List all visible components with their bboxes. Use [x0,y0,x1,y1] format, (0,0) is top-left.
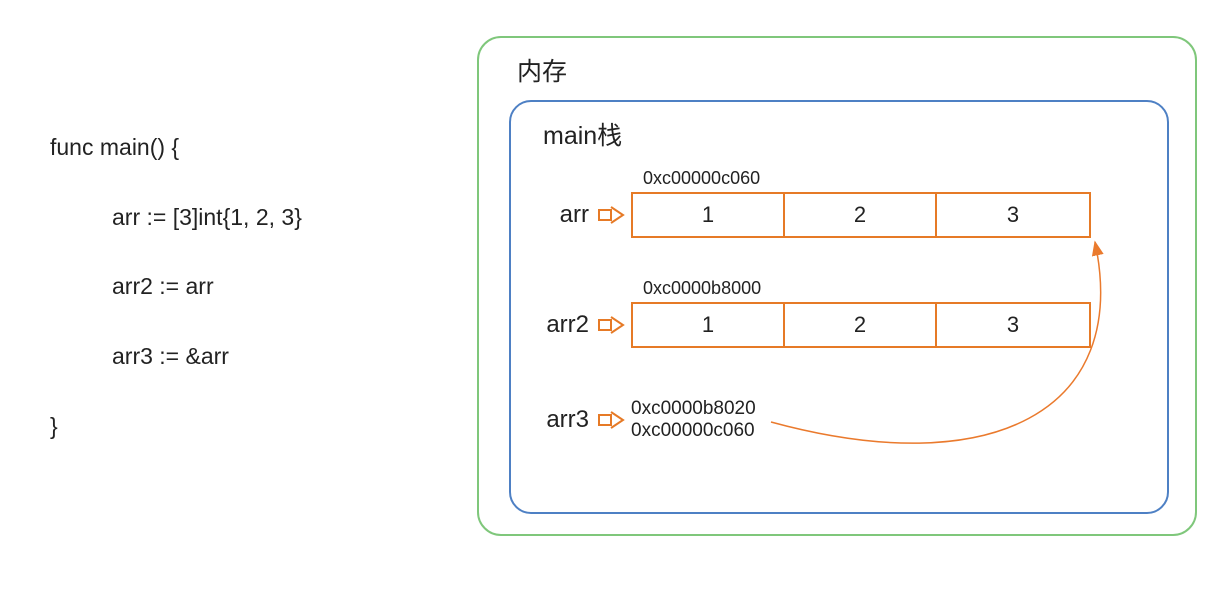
arr2-address: 0xc0000b8000 [643,278,761,299]
arr2-cells: 1 2 3 [631,302,1091,348]
memory-outer-title: 内存 [517,52,567,88]
arr3-value: 0xc00000c060 [631,420,756,442]
code-line-3: arr2 := arr [50,269,302,305]
code-line-1: func main() { [50,130,302,166]
stack-title: main栈 [543,116,622,152]
arr-cell-1: 2 [785,194,937,236]
arr2-cell-2: 3 [937,304,1089,346]
arr2-cell-0: 1 [633,304,785,346]
code-line-5: } [50,409,302,445]
arr3-label: arr3 [533,406,589,434]
arr-label: arr [533,201,589,229]
memory-outer-box: 内存 main栈 0xc00000c060 arr 1 2 3 0xc0000b… [477,36,1197,536]
arr3-row: arr3 0xc0000b8020 0xc00000c060 [533,398,756,442]
arr3-address: 0xc0000b8020 [631,398,756,420]
code-line-4: arr3 := &arr [50,339,302,375]
code-line-2: arr := [3]int{1, 2, 3} [50,200,302,236]
stack-box: main栈 0xc00000c060 arr 1 2 3 0xc0000b800… [509,100,1169,514]
code-block: func main() { arr := [3]int{1, 2, 3} arr… [50,130,302,444]
arrow-icon [597,411,625,429]
arr-cells: 1 2 3 [631,192,1091,238]
arr-row: arr 1 2 3 [533,192,1091,238]
arr-cell-2: 3 [937,194,1089,236]
arr3-ptr-box: 0xc0000b8020 0xc00000c060 [631,398,756,442]
arr2-cell-1: 2 [785,304,937,346]
arr2-row: arr2 1 2 3 [533,302,1091,348]
arrow-icon [597,316,625,334]
arrow-icon [597,206,625,224]
arr2-label: arr2 [533,311,589,339]
arr-cell-0: 1 [633,194,785,236]
arr-address: 0xc00000c060 [643,168,760,189]
